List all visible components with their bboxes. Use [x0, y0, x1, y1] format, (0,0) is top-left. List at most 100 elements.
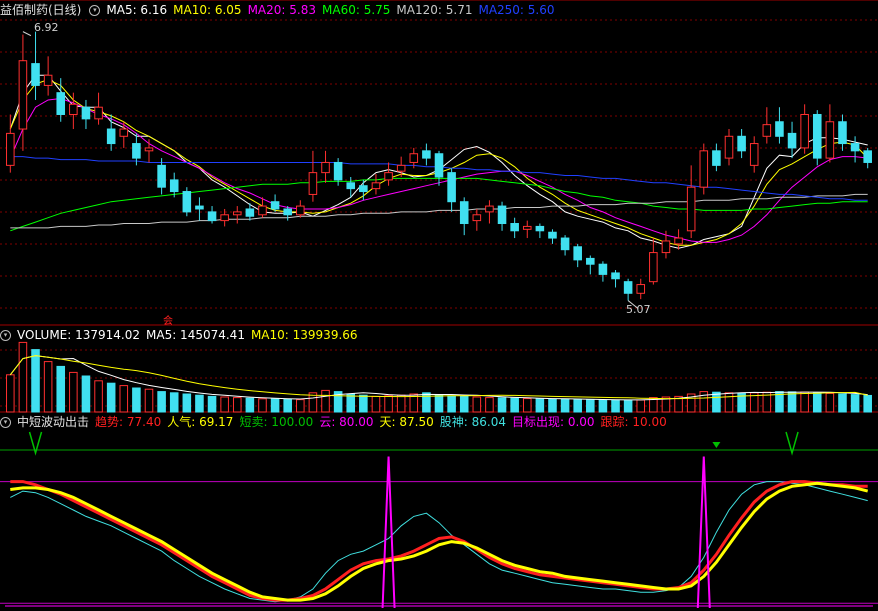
volume-bar [800, 391, 809, 413]
candle-body [195, 205, 204, 210]
candle-body [81, 106, 91, 120]
candle-body [359, 185, 368, 193]
volume-bar [850, 394, 860, 413]
candle-body [371, 182, 381, 190]
candle-body [661, 240, 671, 254]
candle-body [573, 246, 582, 261]
indicator-label: MA5: 6.16 [106, 3, 168, 17]
settings-icon[interactable]: ▾ [0, 417, 11, 428]
volume-bar [510, 397, 519, 413]
volume-bar [598, 399, 608, 413]
volume-bar [825, 392, 835, 413]
volume-bar [132, 387, 141, 413]
volume-bar [384, 395, 393, 413]
candle-body [598, 263, 608, 275]
candle-body [169, 179, 179, 193]
volume-bar [497, 397, 507, 413]
indicator-label: MA5: 145074.41 [146, 328, 245, 342]
volume-bar [863, 394, 872, 413]
indicator-label: MA250: 5.60 [478, 3, 555, 17]
indicator-label: MA20: 5.83 [247, 3, 316, 17]
volume-bar [157, 391, 166, 413]
candle-body [258, 205, 267, 216]
volume-bar [485, 397, 494, 413]
candle-body [144, 147, 154, 152]
oscillator-title: 中短波动出击 [17, 415, 90, 429]
volume-panel[interactable] [6, 341, 872, 413]
candle-body [522, 225, 532, 230]
candle-body [346, 182, 356, 190]
candle-body [31, 63, 40, 86]
volume-bar [422, 392, 431, 413]
candle-body [510, 223, 519, 232]
settings-icon[interactable]: ▾ [89, 5, 101, 16]
osc-line [10, 481, 868, 603]
volume-bar [447, 395, 456, 413]
cloud-spike [381, 456, 396, 609]
candle-body [220, 214, 229, 222]
high-price-label: 6.92 [34, 21, 59, 34]
candle-body [157, 164, 166, 188]
volume-bar [560, 398, 570, 413]
candle-body [787, 132, 797, 149]
candle-body [447, 172, 456, 203]
candle-body [548, 231, 557, 239]
candle-body [69, 103, 78, 115]
candle-body [245, 208, 255, 217]
volume-bar [270, 398, 280, 413]
candle-body [409, 153, 419, 163]
volume-bar [195, 394, 204, 413]
volume-bar [220, 396, 229, 413]
volume-panel-header: ▾ VOLUME: 137914.02 MA5: 145074.41 MA10: 13… [0, 327, 370, 343]
volume-bar [81, 375, 91, 413]
indicator-label: 跟踪: 10.00 [600, 415, 667, 429]
oscillator-panel[interactable] [0, 431, 878, 609]
candle-body [106, 128, 116, 145]
buy-arrow-icon [712, 442, 721, 448]
volume-bar [182, 393, 192, 413]
volume-bar [232, 397, 242, 413]
candle-body [724, 135, 734, 159]
indicator-label: 天: 87.50 [379, 415, 434, 429]
candle-body [384, 172, 393, 181]
volume-bar [207, 395, 217, 413]
candle-body [712, 150, 721, 166]
volume-bar [119, 385, 129, 413]
volume-bar [31, 349, 40, 413]
candle-body [396, 164, 406, 172]
grid-layer [0, 0, 878, 413]
high-pointer [22, 31, 32, 37]
candle-body [472, 214, 482, 222]
volume-bar [346, 393, 356, 413]
settings-icon[interactable]: ▾ [0, 330, 11, 341]
candle-body [674, 237, 683, 245]
volume-bar [296, 399, 305, 413]
indicator-label: 趋势: 77.40 [95, 415, 162, 429]
candle-body [422, 150, 431, 159]
volume-bar [169, 392, 179, 413]
volume-bar [724, 392, 734, 413]
indicator-label: 股神: 86.04 [439, 415, 506, 429]
candle-body [321, 161, 330, 174]
volume-bar [712, 391, 721, 413]
candle-body [838, 121, 847, 145]
candle-body [270, 201, 280, 210]
volume-bar [535, 398, 545, 413]
candle-body [232, 211, 242, 216]
volume-bar [43, 361, 53, 413]
indicator-label: 云: 80.00 [319, 415, 374, 429]
signal-marker: 会 [163, 314, 173, 327]
volume-bar [472, 396, 482, 413]
volume-bar [18, 341, 28, 413]
volume-bar [611, 399, 620, 413]
stock-chart: 6.92 5.07 会 [0, 0, 878, 609]
candle-body [308, 172, 318, 195]
indicator-label: MA60: 5.75 [322, 3, 391, 17]
volume-bar [94, 380, 103, 413]
volume-bar [636, 399, 646, 413]
candle-body [800, 113, 809, 149]
indicator-label: 目标出现: 0.00 [511, 415, 595, 429]
candle-body [6, 132, 15, 166]
price-panel[interactable] [6, 31, 872, 309]
volume-bar [573, 399, 582, 413]
